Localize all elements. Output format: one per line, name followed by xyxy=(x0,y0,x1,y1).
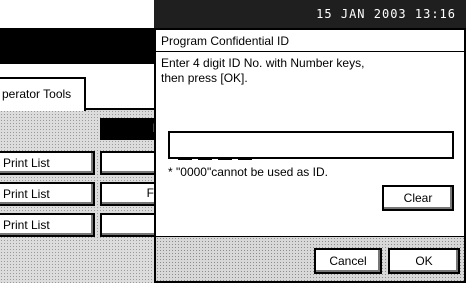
id-input-field[interactable] xyxy=(168,131,454,160)
background-header xyxy=(0,28,160,64)
dialog-message: Enter 4 digit ID No. with Number keys, t… xyxy=(161,56,365,85)
print-list-button-1[interactable]: Print List xyxy=(0,151,95,175)
partial-label: F xyxy=(146,186,154,200)
clear-button[interactable]: Clear xyxy=(382,185,454,211)
digit-placeholder xyxy=(218,157,232,160)
background-selected-button[interactable]: I xyxy=(100,118,160,140)
digit-placeholder xyxy=(178,157,192,160)
tab-divider xyxy=(84,108,164,110)
confidential-id-dialog: Program Confidential ID Enter 4 digit ID… xyxy=(154,28,466,283)
id-restriction-note: * "0000"cannot be used as ID. xyxy=(168,165,328,179)
digit-placeholder xyxy=(198,157,212,160)
ok-button[interactable]: OK xyxy=(388,248,460,274)
dialog-title: Program Confidential ID xyxy=(156,30,464,52)
print-list-button-3[interactable]: Print List xyxy=(0,213,95,237)
background-button-3[interactable] xyxy=(100,213,160,237)
cancel-button[interactable]: Cancel xyxy=(314,248,382,274)
background-button-2[interactable]: F xyxy=(100,182,160,206)
print-list-button-2[interactable]: Print List xyxy=(0,182,95,206)
datetime-display: 15 JAN 2003 13:16 xyxy=(316,7,456,21)
tab-operator-tools[interactable]: perator Tools xyxy=(0,77,86,111)
background-button-1[interactable] xyxy=(100,151,160,175)
digit-placeholder xyxy=(238,157,252,160)
